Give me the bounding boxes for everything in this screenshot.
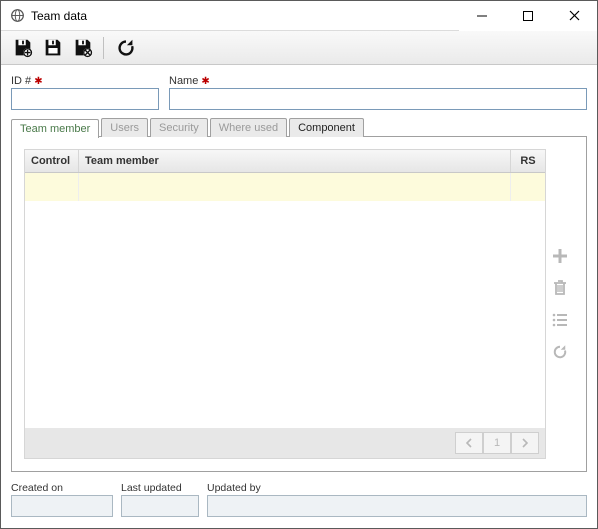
save-close-button[interactable] [71, 36, 95, 60]
id-label: ID #✱ [11, 75, 159, 87]
name-field: Name✱ [169, 75, 587, 110]
last-updated-label: Last updated [121, 482, 199, 494]
created-on-label: Created on [11, 482, 113, 494]
last-updated-input [121, 495, 199, 517]
col-rs[interactable]: RS [511, 150, 545, 172]
id-field: ID #✱ [11, 75, 159, 110]
save-button[interactable] [41, 36, 65, 60]
tab-component[interactable]: Component [289, 118, 364, 137]
tab-security[interactable]: Security [150, 118, 208, 137]
updated-by-field: Updated by [207, 482, 587, 517]
toolbar-separator [103, 37, 104, 59]
refresh-grid-button[interactable] [549, 341, 571, 363]
name-label: Name✱ [169, 75, 587, 87]
minimize-button[interactable] [459, 1, 505, 31]
col-control[interactable]: Control [25, 150, 79, 172]
updated-by-label: Updated by [207, 482, 587, 494]
tabs: Team member Users Security Where used Co… [11, 118, 587, 137]
updated-by-input [207, 495, 587, 517]
col-team-member[interactable]: Team member [79, 150, 511, 172]
app-globe-icon [9, 8, 25, 24]
pager-page[interactable]: 1 [483, 432, 511, 454]
created-on-field: Created on [11, 482, 113, 517]
tab-panel: Control Team member RS 1 [11, 136, 587, 472]
cell-team-member [79, 173, 511, 201]
grid-pager: 1 [25, 428, 545, 458]
tab-users[interactable]: Users [101, 118, 148, 137]
list-button[interactable] [549, 309, 571, 331]
last-updated-field: Last updated [121, 482, 199, 517]
window-title: Team data [31, 9, 459, 23]
table-row[interactable] [25, 173, 545, 201]
tab-team-member[interactable]: Team member [11, 119, 99, 138]
close-button[interactable] [551, 1, 597, 31]
grid-side-tools [546, 149, 574, 459]
tab-where-used[interactable]: Where used [210, 118, 287, 137]
cell-control [25, 173, 79, 201]
pager-next-button[interactable] [511, 432, 539, 454]
pager-prev-button[interactable] [455, 432, 483, 454]
created-on-input [11, 495, 113, 517]
refresh-button[interactable] [114, 36, 138, 60]
delete-row-button[interactable] [549, 277, 571, 299]
team-member-grid: Control Team member RS 1 [24, 149, 546, 459]
toolbar [1, 31, 597, 65]
name-input[interactable] [169, 88, 587, 110]
grid-body [25, 173, 545, 428]
cell-rs [511, 173, 545, 201]
required-icon: ✱ [201, 76, 209, 87]
footer: Created on Last updated Updated by [1, 478, 597, 525]
id-input[interactable] [11, 88, 159, 110]
save-new-button[interactable] [11, 36, 35, 60]
required-icon: ✱ [34, 76, 42, 87]
grid-header: Control Team member RS [25, 150, 545, 173]
titlebar: Team data [1, 1, 597, 31]
maximize-button[interactable] [505, 1, 551, 31]
add-row-button[interactable] [549, 245, 571, 267]
